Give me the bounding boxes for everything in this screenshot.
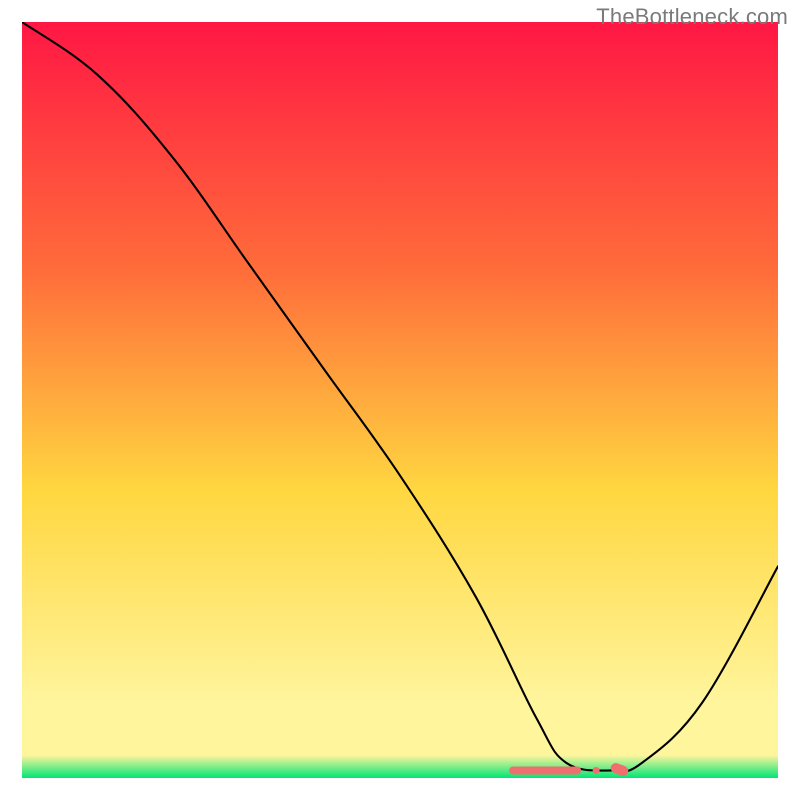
chart-container (22, 22, 778, 778)
chart-background (22, 22, 778, 778)
watermark-text: TheBottleneck.com (596, 4, 788, 30)
bottleneck-chart (22, 22, 778, 778)
